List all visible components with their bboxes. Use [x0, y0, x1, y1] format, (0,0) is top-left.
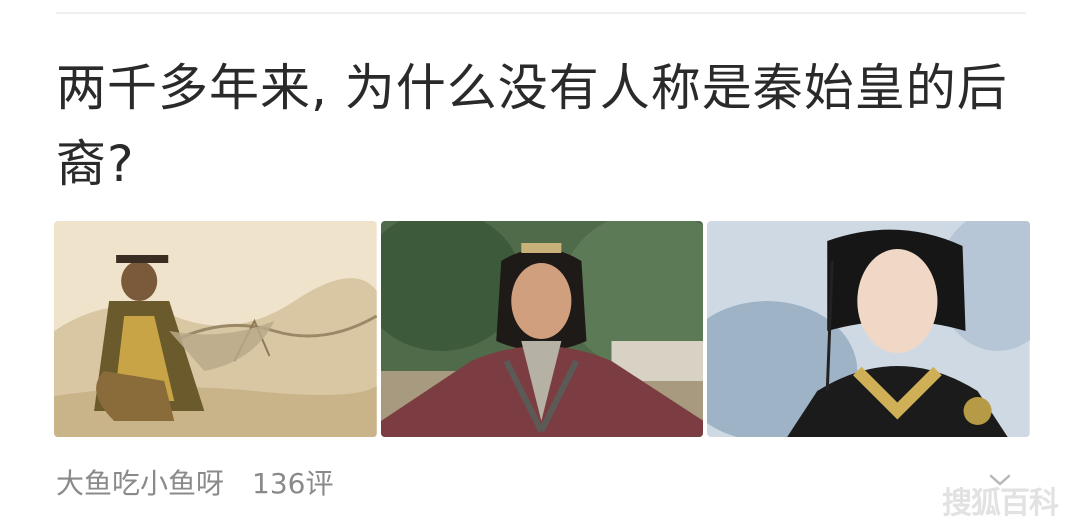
article-title[interactable]: 两千多年来, 为什么没有人称是秦始皇的后裔? [56, 50, 1016, 202]
thumbnail-emperor-painting[interactable] [54, 221, 377, 437]
top-divider [56, 12, 1026, 14]
image-strip[interactable] [54, 221, 1031, 437]
actor-photo-image [380, 221, 704, 437]
thumbnail-actor-photo[interactable] [380, 221, 704, 437]
emperor-painting-image [54, 221, 377, 437]
illustration-image [707, 221, 1031, 437]
thumbnail-illustration[interactable] [707, 221, 1031, 437]
watermark: 搜狐百科 [942, 486, 1059, 521]
comment-count[interactable]: 136评 [252, 462, 333, 502]
author-name[interactable]: 大鱼吃小鱼呀 [56, 462, 224, 502]
article-meta: 大鱼吃小鱼呀 136评 [56, 462, 333, 502]
